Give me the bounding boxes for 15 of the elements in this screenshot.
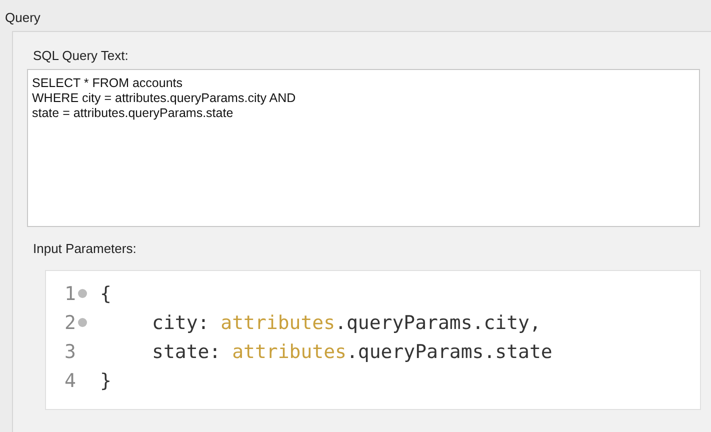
code-line: state: attributes.queryParams.state [152, 340, 552, 362]
line-number: 2 [64, 312, 76, 334]
line-number: 3 [64, 340, 76, 362]
section-title: Query [5, 10, 40, 25]
fold-icon[interactable] [78, 289, 87, 298]
code-line: { [100, 282, 112, 304]
line-number: 1 [64, 282, 76, 304]
sql-query-field[interactable]: SELECT * FROM accounts WHERE city = attributes.queryParams.city AND state = attributes.queryParams.state [27, 69, 700, 227]
code-line: } [100, 370, 112, 392]
field-label: Input Parameters: [32, 241, 136, 256]
code-editor[interactable]: 1 { 2 city: attributes.queryParams.city, 3 state: attributes.queryParams.state 4 } [45, 270, 701, 410]
line-number: 4 [64, 370, 76, 392]
fold-icon[interactable] [78, 318, 87, 327]
field-label: SQL Query Text: [32, 48, 128, 63]
code-line: city: attributes.queryParams.city, [152, 312, 541, 334]
